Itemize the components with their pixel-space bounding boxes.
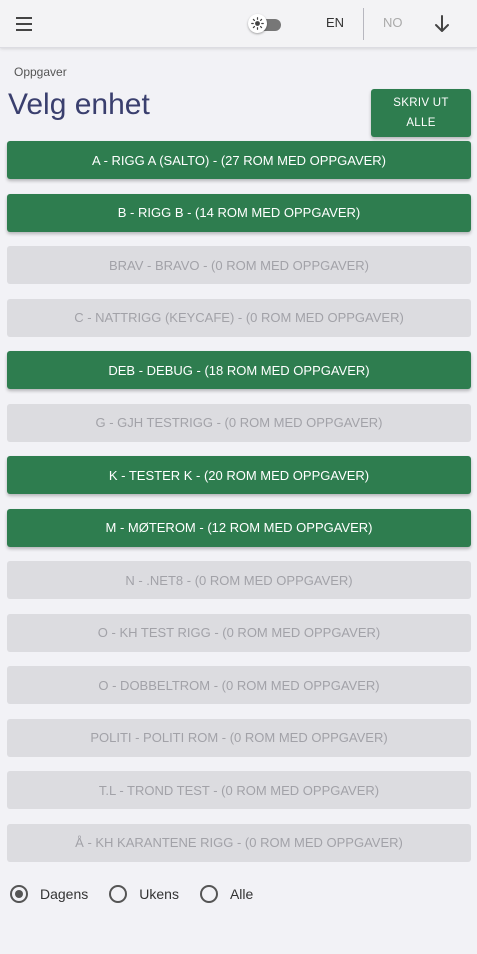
radio-ukens[interactable]: Ukens bbox=[109, 885, 179, 903]
unit-button[interactable]: B - RIGG B - (14 ROM MED OPPGAVER) bbox=[7, 193, 471, 232]
unit-button[interactable]: A - RIGG A (SALTO) - (27 ROM MED OPPGAVE… bbox=[7, 141, 471, 179]
unit-button[interactable]: T.L - TROND TEST - (0 ROM MED OPPGAVER) bbox=[7, 771, 471, 809]
radio-button[interactable] bbox=[109, 885, 128, 903]
language-en-button[interactable]: EN bbox=[326, 15, 344, 30]
unit-button[interactable]: G - GJH TESTRIGG - (0 ROM MED OPPGAVER) bbox=[7, 403, 471, 442]
print-all-label-line2: ALLE bbox=[406, 117, 436, 129]
radio-dagens[interactable]: Dagens bbox=[10, 885, 88, 903]
arrow-down-icon[interactable] bbox=[430, 12, 454, 36]
page-title: Velg enhet bbox=[8, 88, 150, 121]
unit-button[interactable]: M - MØTEROM - (12 ROM MED OPPGAVER) bbox=[7, 508, 471, 547]
unit-button[interactable]: O - DOBBELTROM - (0 ROM MED OPPGAVER) bbox=[7, 666, 471, 704]
unit-button[interactable]: C - NATTRIGG (KEYCAFE) - (0 ROM MED OPPG… bbox=[7, 298, 471, 337]
unit-list: A - RIGG A (SALTO) - (27 ROM MED OPPGAVE… bbox=[7, 141, 471, 876]
print-all-label-line1: SKRIV UT bbox=[393, 97, 449, 109]
sun-icon bbox=[248, 14, 267, 33]
unit-button[interactable]: O - KH TEST RIGG - (0 ROM MED OPPGAVER) bbox=[7, 613, 471, 652]
breadcrumb[interactable]: Oppgaver bbox=[14, 65, 67, 79]
unit-button[interactable]: DEB - DEBUG - (18 ROM MED OPPGAVER) bbox=[7, 351, 471, 389]
top-bar: EN NO bbox=[0, 0, 477, 48]
radio-label: Dagens bbox=[40, 886, 89, 902]
unit-button[interactable]: N - .NET8 - (0 ROM MED OPPGAVER) bbox=[7, 561, 471, 599]
hamburger-menu-icon[interactable] bbox=[14, 14, 36, 34]
unit-button[interactable]: POLITI - POLITI ROM - (0 ROM MED OPPGAVE… bbox=[7, 718, 471, 757]
language-no-button[interactable]: NO bbox=[383, 15, 403, 30]
radio-button[interactable] bbox=[10, 885, 28, 903]
unit-button[interactable]: K - TESTER K - (20 ROM MED OPPGAVER) bbox=[7, 456, 471, 494]
print-all-button[interactable]: SKRIV UT ALLE bbox=[371, 89, 471, 137]
theme-toggle[interactable] bbox=[248, 14, 284, 34]
language-divider bbox=[363, 8, 364, 40]
unit-button[interactable]: Å - KH KARANTENE RIGG - (0 ROM MED OPPGA… bbox=[7, 823, 471, 862]
period-filter: Dagens Ukens Alle bbox=[10, 885, 274, 903]
radio-label: Alle bbox=[229, 886, 254, 902]
radio-button[interactable] bbox=[199, 885, 218, 903]
unit-button[interactable]: BRAV - BRAVO - (0 ROM MED OPPGAVER) bbox=[7, 246, 471, 284]
radio-label: Ukens bbox=[139, 886, 179, 902]
radio-alle[interactable]: Alle bbox=[199, 885, 254, 903]
